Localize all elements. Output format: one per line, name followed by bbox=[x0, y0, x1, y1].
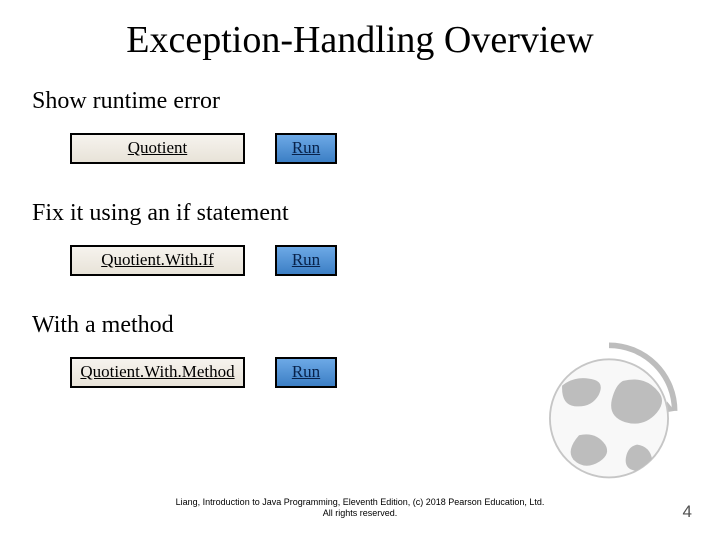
slide-title: Exception-Handling Overview bbox=[0, 0, 720, 72]
example-label-button[interactable]: Quotient bbox=[70, 133, 245, 164]
footer-line2: All rights reserved. bbox=[0, 508, 720, 520]
run-button[interactable]: Run bbox=[275, 133, 337, 164]
run-button[interactable]: Run bbox=[275, 357, 337, 388]
globe-icon bbox=[534, 334, 684, 484]
example-label-button[interactable]: Quotient.With.If bbox=[70, 245, 245, 276]
footer: Liang, Introduction to Java Programming,… bbox=[0, 497, 720, 520]
page-number: 4 bbox=[683, 502, 692, 522]
example-row: Quotient.With.If Run bbox=[32, 245, 720, 276]
example-label-button[interactable]: Quotient.With.Method bbox=[70, 357, 245, 388]
section-heading: Show runtime error bbox=[32, 88, 720, 115]
run-button[interactable]: Run bbox=[275, 245, 337, 276]
footer-line1: Liang, Introduction to Java Programming,… bbox=[0, 497, 720, 509]
section-heading: Fix it using an if statement bbox=[32, 200, 720, 227]
example-row: Quotient Run bbox=[32, 133, 720, 164]
